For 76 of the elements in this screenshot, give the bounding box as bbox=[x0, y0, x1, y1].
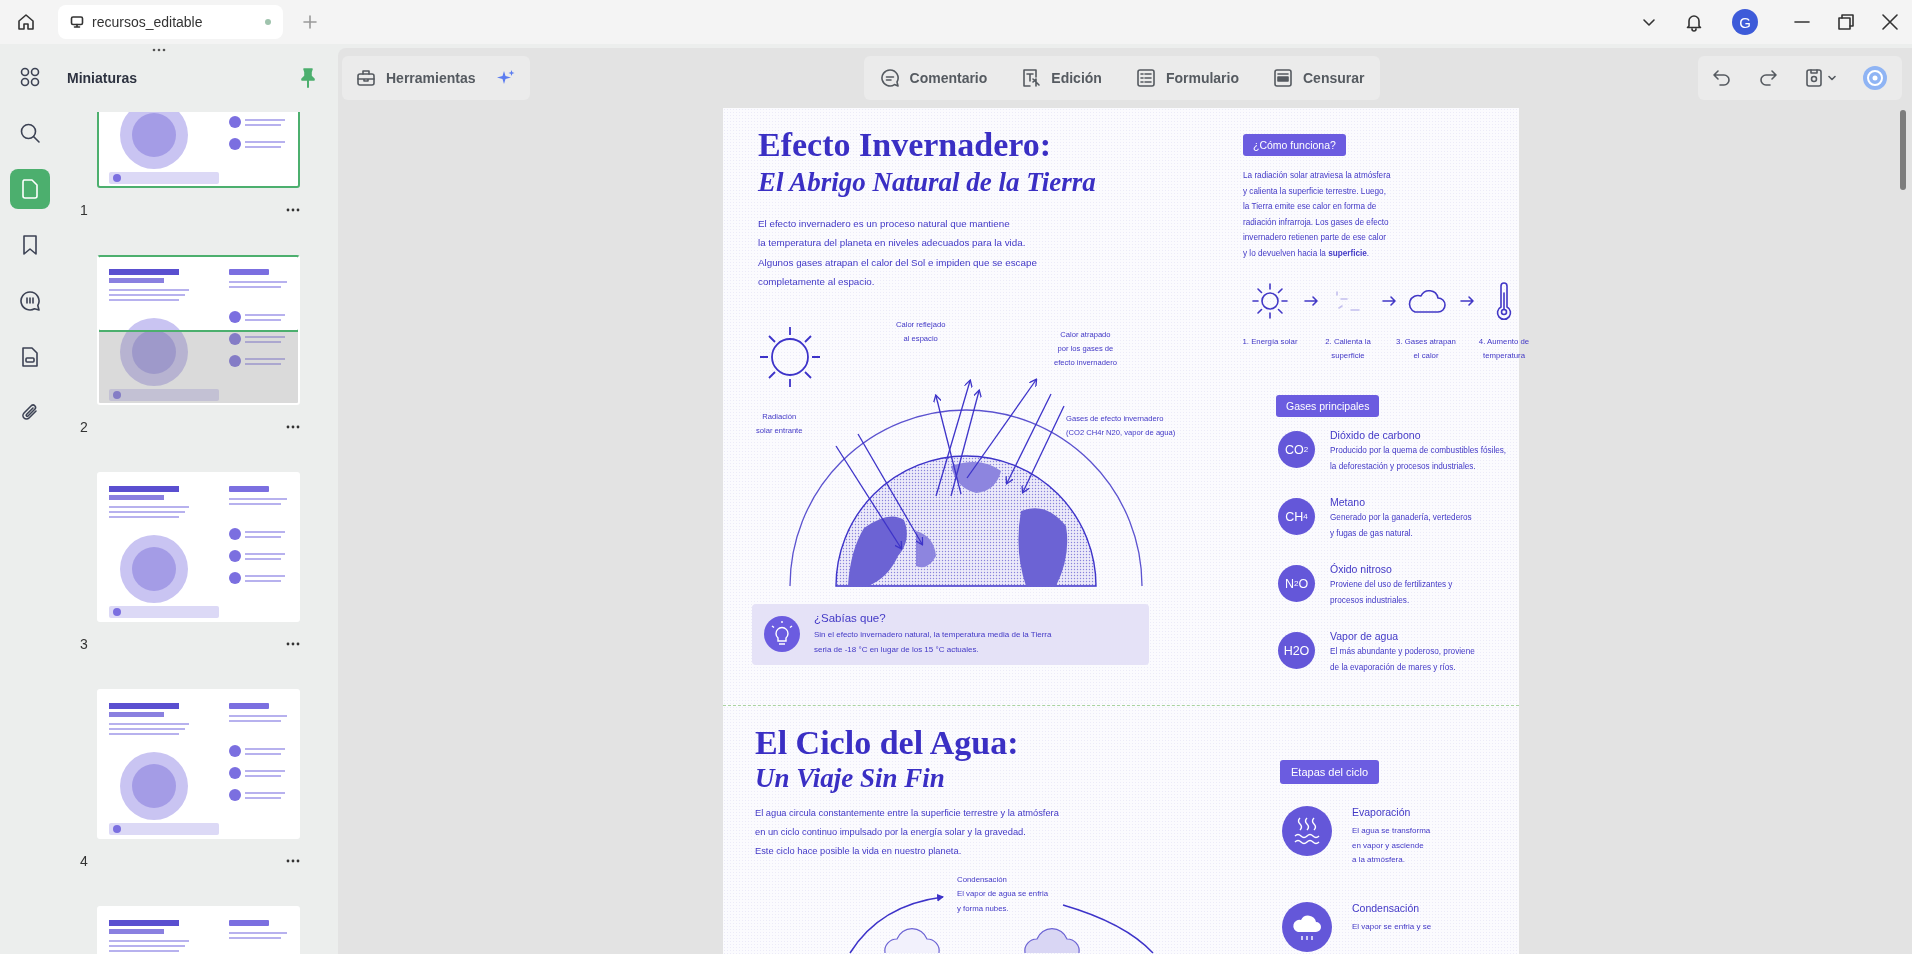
more-icon[interactable] bbox=[286, 642, 300, 646]
more-icon[interactable] bbox=[286, 208, 300, 212]
text-edit-icon bbox=[1021, 68, 1042, 88]
stage-name: Condensación bbox=[1352, 901, 1421, 914]
explanation-paragraph: La radiación solar atraviesa la atmósfera y calienta la superficie terrestre. Luego, la Tierra emite ese calor en forma de radiación infrarroja. Los gases de efecto invernadero retienen parte de ese calor y lo devuelven hacia la superficie. bbox=[1243, 170, 1392, 260]
document-tab[interactable]: recursos_editable bbox=[58, 5, 283, 39]
scrollbar-thumb[interactable] bbox=[1900, 110, 1906, 190]
stage-description: El agua se transforma en vapor y asciende a la atmósfera. bbox=[1352, 825, 1431, 866]
sun-icon bbox=[1251, 282, 1289, 320]
redact-tool[interactable]: Censurar bbox=[1267, 64, 1371, 92]
assistant-icon bbox=[1862, 65, 1888, 91]
gas-description: El más abundante y poderoso, proviene de la evaporación de mares y ríos. bbox=[1330, 646, 1475, 674]
gas-description: Producido por la quema de combustibles fósiles, la deforestación y procesos industriales. bbox=[1330, 445, 1507, 473]
monitor-icon bbox=[70, 15, 84, 29]
section-badge: Etapas del ciclo bbox=[1280, 760, 1380, 784]
gas-name: Vapor de agua bbox=[1330, 630, 1400, 642]
form-list-icon bbox=[1135, 68, 1156, 88]
more-icon[interactable] bbox=[286, 425, 300, 429]
notification-icon[interactable] bbox=[1684, 12, 1704, 32]
undo-icon bbox=[1712, 68, 1732, 88]
fact-title: ¿Sabías que? bbox=[814, 611, 887, 624]
page-thumbnail[interactable] bbox=[97, 255, 300, 405]
comment-tool[interactable]: Comentario bbox=[873, 64, 994, 92]
steam-icon bbox=[1282, 806, 1332, 856]
form-tool[interactable]: Formulario bbox=[1129, 64, 1245, 92]
sun-drawing bbox=[759, 325, 821, 388]
intro-paragraph: El efecto invernadero es un proceso natural que mantiene la temperatura del planeta en niveles adecuados para la vida. Algunos gases atrapan el calor del Sol e impiden que se escape completamente al espacio. bbox=[758, 216, 1038, 290]
fact-text: Sin el efecto invernadero natural, la temperatura media de la Tierra seria de -18 °C en lugar de los 15 °C actuales. bbox=[814, 628, 1052, 656]
drag-handle-icon[interactable] bbox=[152, 48, 166, 52]
user-avatar[interactable]: G bbox=[1732, 9, 1758, 35]
thermometer-icon bbox=[1494, 281, 1514, 321]
redact-icon bbox=[1273, 68, 1293, 88]
gas-name: Óxido nitroso bbox=[1330, 563, 1393, 575]
home-icon[interactable] bbox=[16, 12, 36, 32]
caret-icon bbox=[1828, 74, 1836, 82]
form-icon bbox=[19, 346, 41, 368]
toolbox-icon bbox=[356, 68, 376, 88]
gas-name: Metano bbox=[1330, 496, 1367, 508]
arrow-icon bbox=[1460, 296, 1474, 306]
page-subtitle: Un Viaje Sin Fin bbox=[755, 764, 946, 794]
panel-title: Miniaturas bbox=[67, 70, 138, 86]
gas-description: Proviene del uso de fertilizantes y procesos industriales. bbox=[1330, 579, 1453, 607]
redo-icon bbox=[1758, 68, 1778, 88]
gas-description: Generado por la ganadería, vertederos y fugas de gas natural. bbox=[1330, 512, 1472, 540]
section-badge: ¿Cómo funciona? bbox=[1243, 134, 1346, 156]
page-subtitle: El Abrigo Natural de la Tierra bbox=[758, 168, 1097, 198]
page-thumbnail[interactable] bbox=[97, 472, 300, 622]
page-title: El Ciclo del Agua: bbox=[755, 726, 1020, 760]
save-icon bbox=[1804, 68, 1824, 88]
page-title: Efecto Invernadero: bbox=[758, 128, 1053, 162]
restore-icon[interactable] bbox=[1838, 14, 1854, 30]
more-icon[interactable] bbox=[286, 859, 300, 863]
page-thumbnail[interactable] bbox=[97, 689, 300, 839]
stage-name: Evaporación bbox=[1352, 806, 1412, 818]
comment-icon bbox=[879, 68, 900, 88]
cloud-icon bbox=[1406, 288, 1446, 314]
gas-formula: H2O bbox=[1278, 632, 1315, 669]
section-badge: Gases principales bbox=[1276, 395, 1380, 417]
page-number: 4 bbox=[80, 853, 88, 869]
page-icon bbox=[19, 178, 41, 200]
edit-tool[interactable]: Edición bbox=[1015, 64, 1108, 92]
search-icon bbox=[19, 122, 41, 144]
stage-description: El vapor se enfria y se bbox=[1352, 920, 1432, 933]
apps-icon bbox=[19, 66, 41, 88]
page-number: 2 bbox=[80, 419, 88, 435]
lightbulb-icon bbox=[764, 616, 800, 653]
page-number: 1 bbox=[80, 202, 88, 218]
close-icon[interactable] bbox=[1882, 14, 1898, 30]
gas-name: Dióxido de carbono bbox=[1330, 429, 1422, 441]
arrow-icon bbox=[1304, 296, 1318, 306]
cloud-drawing bbox=[1024, 927, 1080, 954]
page-number: 3 bbox=[80, 636, 88, 652]
intro-paragraph: El agua circula constantemente entre la superficie terrestre y la atmósfera en un ciclo continuo impulsado por la energía solar y la gravedad. Este ciclo hace posible la vida en nuestro planeta. bbox=[755, 806, 1060, 858]
dot-icon bbox=[265, 19, 271, 25]
comment-icon bbox=[19, 290, 41, 312]
arrow-icon bbox=[1382, 296, 1396, 306]
